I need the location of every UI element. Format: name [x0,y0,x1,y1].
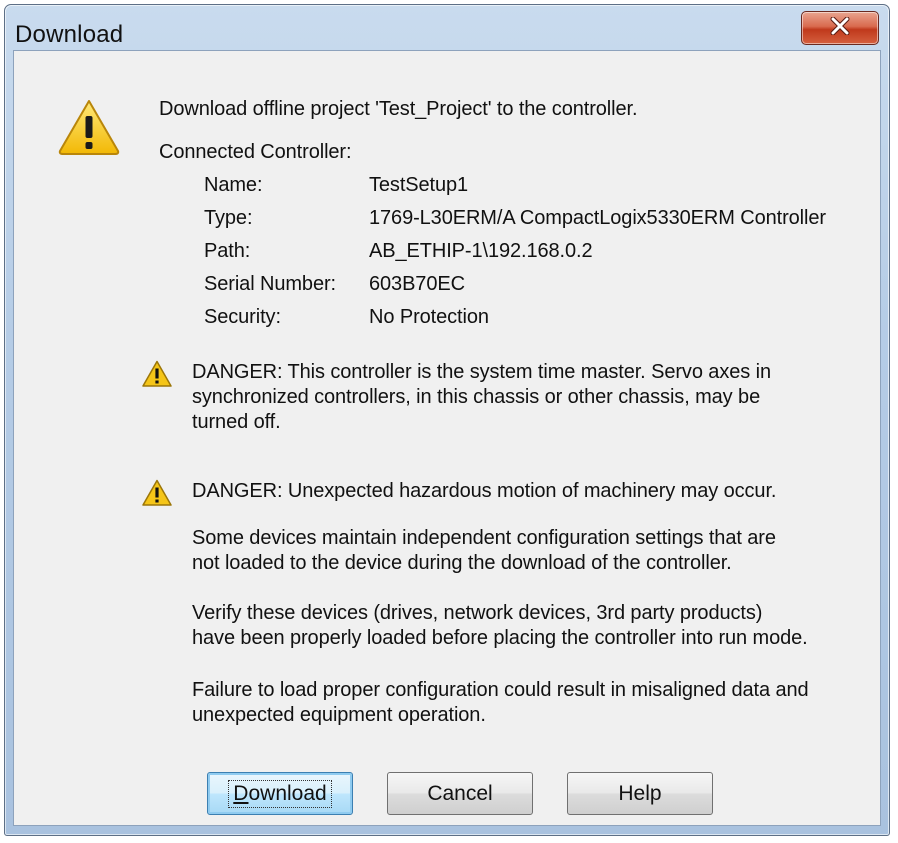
dialog-body: Download offline project 'Test_Project' … [13,50,881,826]
close-button[interactable] [801,11,879,45]
detail-value-path: AB_ETHIP-1\192.168.0.2 [369,240,593,262]
failure-paragraph: Failure to load proper configuration cou… [192,678,809,728]
help-button[interactable]: Help [567,772,713,815]
window-title: Download [15,21,124,48]
devices-config-paragraph: Some devices maintain independent config… [192,526,776,576]
danger-line: synchronized controllers, in this chassi… [192,386,761,408]
paragraph-line: Failure to load proper configuration cou… [192,679,809,701]
danger-time-master-text: DANGER: This controller is the system ti… [192,360,771,435]
download-dialog: Download Download offline project 'Test_… [4,4,890,836]
paragraph-line: unexpected equipment operation. [192,704,486,726]
paragraph-line: have been properly loaded before placing… [192,627,808,649]
close-x-icon [829,16,851,40]
verify-devices-paragraph: Verify these devices (drives, network de… [192,601,808,651]
detail-label-serial: Serial Number: [204,273,336,295]
detail-value-type: 1769-L30ERM/A CompactLogix5330ERM Contro… [369,207,826,229]
detail-label-type: Type: [204,207,253,229]
danger-line: turned off. [192,411,281,433]
danger-line: DANGER: This controller is the system ti… [192,361,771,383]
paragraph-line: not loaded to the device during the down… [192,552,732,574]
detail-value-serial: 603B70EC [369,273,465,295]
danger-warning-icon [142,479,172,512]
paragraph-line: Some devices maintain independent config… [192,527,776,549]
detail-value-name: TestSetup1 [369,174,469,196]
download-button-label: Download [228,779,332,808]
warning-triangle-icon [57,98,121,161]
connected-controller-heading: Connected Controller: [159,141,352,163]
download-button[interactable]: Download [207,772,353,815]
detail-label-name: Name: [204,174,263,196]
cancel-button[interactable]: Cancel [387,772,533,815]
danger-warning-icon [142,360,172,393]
danger-motion-heading: DANGER: Unexpected hazardous motion of m… [192,480,777,502]
detail-label-path: Path: [204,240,251,262]
intro-text: Download offline project 'Test_Project' … [159,98,638,120]
paragraph-line: Verify these devices (drives, network de… [192,602,763,624]
detail-value-security: No Protection [369,306,489,328]
detail-label-security: Security: [204,306,281,328]
